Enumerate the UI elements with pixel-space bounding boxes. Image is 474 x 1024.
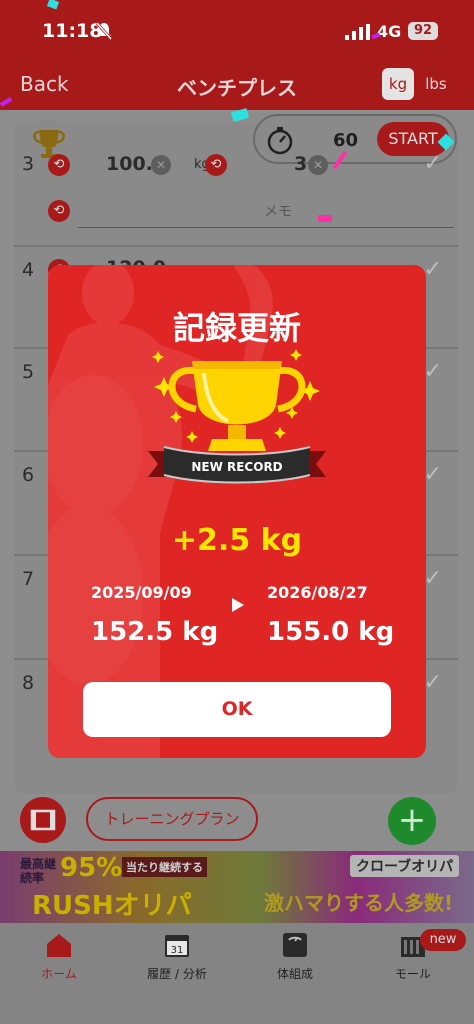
ad-percent: 95% bbox=[60, 853, 123, 883]
tab-home[interactable]: ホーム bbox=[0, 931, 118, 982]
set-number: 4 bbox=[22, 259, 35, 281]
calendar-day: 31 bbox=[171, 945, 184, 956]
set-number: 6 bbox=[22, 464, 35, 486]
tab-bar: ホーム 31 履歴 / 分析 体組成 モール bbox=[0, 923, 474, 1024]
new-record-date: 2026/08/27 bbox=[267, 583, 368, 602]
previous-record-value: 152.5 kg bbox=[91, 617, 219, 647]
tab-body-composition[interactable]: 体組成 bbox=[236, 931, 354, 982]
new-badge: new bbox=[420, 929, 466, 951]
ad-left-text: 最高継続率 bbox=[20, 857, 57, 885]
tab-label: モール bbox=[394, 967, 431, 981]
confetti-decoration bbox=[0, 0, 455, 222]
set-check-icon[interactable]: ✓ bbox=[424, 257, 442, 282]
arrow-right-icon bbox=[232, 598, 244, 612]
film-icon bbox=[30, 809, 56, 831]
tab-history[interactable]: 31 履歴 / 分析 bbox=[118, 931, 236, 982]
set-check-icon[interactable]: ✓ bbox=[424, 462, 442, 487]
ok-button[interactable]: OK bbox=[83, 682, 391, 737]
set-number: 7 bbox=[22, 568, 35, 590]
new-record-value: 155.0 kg bbox=[267, 617, 395, 647]
previous-record-date: 2025/09/09 bbox=[91, 583, 192, 602]
tab-label: ホーム bbox=[41, 967, 77, 981]
add-set-button[interactable]: + bbox=[388, 797, 436, 845]
set-check-icon[interactable]: ✓ bbox=[424, 670, 442, 695]
set-check-icon[interactable]: ✓ bbox=[424, 566, 442, 591]
calendar-icon: 31 bbox=[165, 935, 189, 957]
ad-slogan: 激ハマりする人多数! bbox=[264, 891, 454, 915]
ad-brand: クローブオリパ bbox=[350, 855, 460, 877]
record-gain: +2.5 kg bbox=[171, 523, 303, 558]
new-record-label: NEW RECORD bbox=[191, 460, 282, 474]
tab-label: 体組成 bbox=[276, 967, 313, 981]
modal-title: 記録更新 bbox=[172, 309, 301, 347]
ad-banner[interactable]: 最高継続率 95% 当たり継続する RUSHオリパ クローブオリパ 激ハマりする… bbox=[0, 851, 474, 923]
home-icon bbox=[47, 934, 71, 957]
tab-label: 履歴 / 分析 bbox=[147, 967, 207, 981]
new-record-modal: 記録更新 NEW RECORD +2.5 kg 2025/09/09 2026/… bbox=[48, 265, 426, 758]
set-number: 5 bbox=[22, 361, 35, 383]
training-plan-button[interactable]: トレーニングプラン bbox=[86, 797, 258, 841]
new-record-trophy-icon: NEW RECORD bbox=[148, 349, 326, 484]
scale-icon bbox=[283, 933, 307, 957]
set-check-icon[interactable]: ✓ bbox=[424, 359, 442, 384]
video-button[interactable] bbox=[20, 797, 66, 843]
ad-headline: RUSHオリパ bbox=[32, 891, 192, 921]
ad-sub-text: 当たり継続する bbox=[122, 857, 207, 877]
set-number: 8 bbox=[22, 672, 35, 694]
